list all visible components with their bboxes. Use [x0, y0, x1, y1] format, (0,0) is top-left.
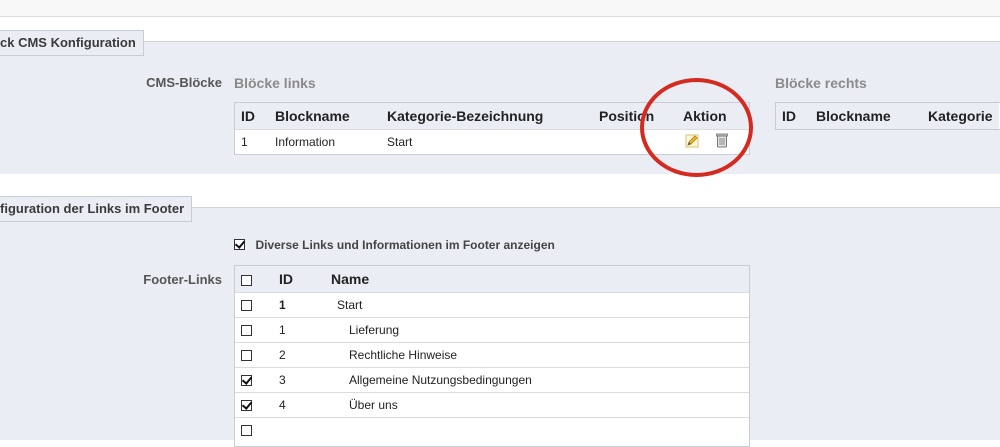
cell-name: Rechtliche Hinweise — [325, 342, 749, 368]
footer-config-legend: figuration der Links im Footer — [0, 196, 193, 222]
row-select — [235, 392, 273, 418]
col-blockname: Blockname — [810, 103, 922, 129]
col-id: ID — [273, 266, 325, 293]
left-blocks-title: Blöcke links — [234, 75, 316, 91]
col-name: Name — [325, 266, 749, 293]
cell-id: 1 — [235, 129, 269, 154]
footer-display-label: Diverse Links und Informationen im Foote… — [255, 237, 555, 252]
cell-name: Über uns — [325, 392, 749, 418]
cell-kategorie: Start — [381, 129, 593, 154]
col-id: ID — [235, 103, 269, 130]
top-strip — [0, 0, 1000, 17]
cell-blockname: Information — [269, 129, 381, 154]
row-checkbox[interactable] — [241, 300, 252, 312]
col-kategorie: Kategorie-Bezeichnung — [381, 103, 593, 130]
cell-name: Start — [325, 292, 749, 318]
cell-id: 1 — [273, 292, 325, 318]
cell-id: 1 — [273, 317, 325, 343]
cell-id: 3 — [273, 367, 325, 393]
row-checkbox[interactable] — [241, 400, 252, 412]
cell-id: 4 — [273, 392, 325, 418]
col-blockname: Blockname — [269, 103, 381, 130]
table-row: 1 Lieferung — [235, 317, 749, 343]
row-select — [235, 342, 273, 368]
right-blocks-table: ID Blockname Kategorie — [775, 102, 1000, 130]
row-checkbox[interactable] — [241, 375, 252, 387]
cms-config-legend: ck CMS Konfiguration — [0, 30, 144, 56]
footer-display-option[interactable]: Diverse Links und Informationen im Foote… — [234, 236, 555, 254]
cms-blocks-label: CMS-Blöcke — [146, 75, 222, 90]
table-row: 3 Allgemeine Nutzungsbedingungen — [235, 367, 749, 393]
col-kategorie: Kategorie — [922, 103, 999, 129]
row-select — [235, 317, 273, 343]
row-checkbox[interactable] — [241, 325, 252, 337]
right-blocks-title: Blöcke rechts — [775, 75, 867, 91]
table-row — [235, 417, 749, 442]
select-all-checkbox[interactable] — [241, 274, 252, 286]
cell-id: 2 — [273, 342, 325, 368]
footer-links-label: Footer-Links — [143, 272, 222, 287]
cell-name: Lieferung — [325, 317, 749, 343]
row-checkbox[interactable] — [241, 425, 252, 437]
cell-name: Allgemeine Nutzungsbedingungen — [325, 367, 749, 393]
table-row: 4 Über uns — [235, 392, 749, 418]
row-checkbox[interactable] — [241, 350, 252, 362]
footer-display-checkbox[interactable] — [234, 239, 245, 251]
footer-links-table: ID Name 1 Start 1 Lieferung 2 Rechtliche… — [234, 265, 750, 447]
row-select — [235, 417, 273, 442]
col-id: ID — [776, 103, 810, 129]
table-row: 1 Start — [235, 292, 749, 318]
table-row: 2 Rechtliche Hinweise — [235, 342, 749, 368]
row-select — [235, 292, 273, 318]
col-select-all — [235, 266, 273, 293]
highlight-circle — [640, 78, 753, 177]
row-select — [235, 367, 273, 393]
